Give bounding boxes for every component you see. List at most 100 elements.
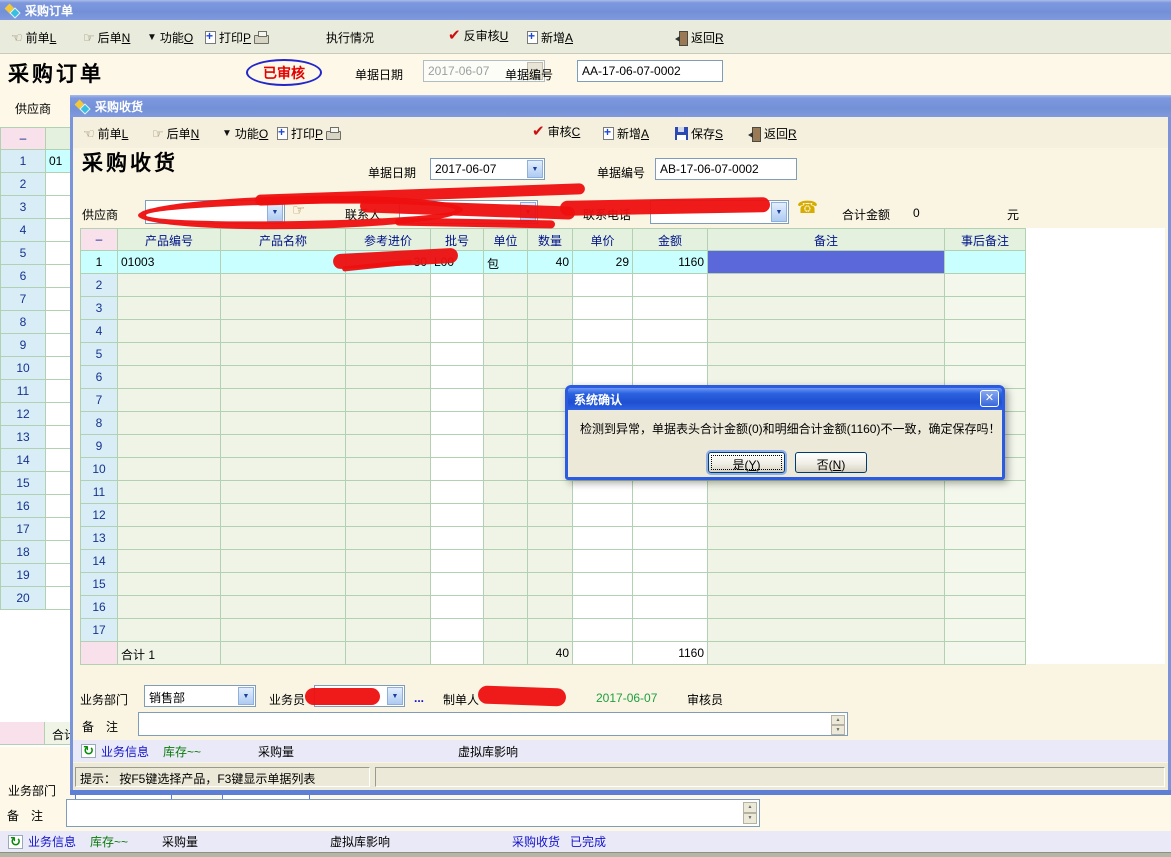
- grid-cell[interactable]: [346, 481, 431, 504]
- grid-cell[interactable]: [528, 573, 573, 596]
- grid-cell[interactable]: [708, 297, 945, 320]
- receipt-bizinfo-link[interactable]: 业务信息: [101, 743, 149, 760]
- grid-cell[interactable]: 1160: [633, 642, 708, 665]
- grid-cell[interactable]: [945, 274, 1026, 297]
- grid-cell[interactable]: [118, 435, 221, 458]
- grid-cell[interactable]: 12: [1, 403, 46, 426]
- grid-cell[interactable]: [708, 274, 945, 297]
- grid-cell[interactable]: [431, 320, 484, 343]
- grid-cell[interactable]: [346, 504, 431, 527]
- grid-cell[interactable]: [945, 504, 1026, 527]
- grid-cell[interactable]: [708, 619, 945, 642]
- grid-cell[interactable]: [945, 320, 1026, 343]
- grid-cell[interactable]: [528, 619, 573, 642]
- grid-cell[interactable]: [633, 596, 708, 619]
- grid-cell[interactable]: [484, 366, 528, 389]
- grid-cell[interactable]: 18: [1, 541, 46, 564]
- receipt-audit-button[interactable]: ✔ 审核C: [532, 123, 580, 140]
- grid-cell[interactable]: [346, 550, 431, 573]
- grid-cell[interactable]: [431, 343, 484, 366]
- grid-cell[interactable]: [528, 343, 573, 366]
- grid-cell[interactable]: [484, 412, 528, 435]
- grid-cell[interactable]: [484, 504, 528, 527]
- grid-cell[interactable]: [528, 504, 573, 527]
- grid-cell[interactable]: [118, 596, 221, 619]
- grid-cell[interactable]: [221, 274, 346, 297]
- grid-cell[interactable]: 4: [81, 320, 118, 343]
- grid-cell[interactable]: [945, 619, 1026, 642]
- grid-cell[interactable]: [945, 573, 1026, 596]
- grid-cell[interactable]: [484, 550, 528, 573]
- grid-cell[interactable]: 14: [81, 550, 118, 573]
- grid-cell[interactable]: [431, 435, 484, 458]
- refresh-icon[interactable]: ↻: [81, 744, 96, 758]
- grid-cell[interactable]: [945, 343, 1026, 366]
- chevron-down-icon[interactable]: ▼: [238, 687, 254, 705]
- grid-cell[interactable]: 40: [528, 251, 573, 274]
- grid-cell[interactable]: [708, 550, 945, 573]
- grid-cell[interactable]: [431, 297, 484, 320]
- grid-cell[interactable]: [633, 320, 708, 343]
- grid-cell[interactable]: [945, 642, 1026, 665]
- column-header[interactable]: 产品名称: [221, 229, 346, 251]
- grid-cell[interactable]: [346, 458, 431, 481]
- grid-cell[interactable]: [573, 527, 633, 550]
- grid-cell[interactable]: 8: [81, 412, 118, 435]
- salesman-more-button[interactable]: ...: [414, 691, 424, 705]
- order-receipt-link[interactable]: 采购收货: [512, 833, 560, 850]
- grid-cell[interactable]: [346, 343, 431, 366]
- grid-cell[interactable]: 15: [81, 573, 118, 596]
- grid-cell[interactable]: [431, 366, 484, 389]
- grid-cell[interactable]: 16: [1, 495, 46, 518]
- grid-cell[interactable]: [708, 504, 945, 527]
- grid-cell[interactable]: [945, 481, 1026, 504]
- receipt-add-button[interactable]: 新增A: [603, 125, 649, 142]
- column-header[interactable]: 备注: [708, 229, 945, 251]
- chevron-down-icon[interactable]: ▼: [527, 160, 543, 178]
- grid-cell[interactable]: [431, 412, 484, 435]
- grid-cell[interactable]: [708, 642, 945, 665]
- spinner[interactable]: ▲▼: [831, 715, 845, 733]
- grid-cell[interactable]: 7: [81, 389, 118, 412]
- grid-cell[interactable]: 15: [1, 472, 46, 495]
- grid-cell[interactable]: [431, 527, 484, 550]
- order-no-input[interactable]: AA-17-06-07-0002: [577, 60, 723, 82]
- grid-cell[interactable]: [431, 596, 484, 619]
- grid-cell[interactable]: [346, 527, 431, 550]
- grid-cell[interactable]: [945, 596, 1026, 619]
- grid-cell[interactable]: 2: [1, 173, 46, 196]
- grid-cell[interactable]: [633, 343, 708, 366]
- grid-cell[interactable]: [708, 527, 945, 550]
- grid-cell[interactable]: 12: [81, 504, 118, 527]
- grid-cell[interactable]: 3: [1, 196, 46, 219]
- receipt-stock-link[interactable]: 库存~~: [163, 743, 201, 760]
- grid-cell[interactable]: [118, 297, 221, 320]
- grid-cell[interactable]: 17: [1, 518, 46, 541]
- grid-cell[interactable]: [945, 297, 1026, 320]
- grid-cell[interactable]: [346, 412, 431, 435]
- order-note-input[interactable]: ▲▼: [66, 799, 760, 827]
- grid-cell[interactable]: 11: [81, 481, 118, 504]
- grid-cell[interactable]: 包: [484, 251, 528, 274]
- grid-cell[interactable]: [221, 504, 346, 527]
- grid-cell[interactable]: [484, 320, 528, 343]
- grid-cell[interactable]: [118, 343, 221, 366]
- grid-cell[interactable]: [221, 619, 346, 642]
- spinner[interactable]: ▲▼: [743, 802, 757, 824]
- grid-cell[interactable]: [633, 573, 708, 596]
- receipt-date-combo[interactable]: 2017-06-07 ▼: [430, 158, 545, 180]
- grid-cell[interactable]: [346, 573, 431, 596]
- grid-cell[interactable]: [346, 366, 431, 389]
- no-button[interactable]: 否(N): [795, 452, 867, 473]
- chevron-down-icon[interactable]: ▼: [387, 687, 403, 705]
- receipt-save-button[interactable]: 保存S: [675, 125, 723, 142]
- grid-cell[interactable]: [573, 504, 633, 527]
- grid-cell[interactable]: [221, 343, 346, 366]
- grid-cell[interactable]: [431, 642, 484, 665]
- grid-cell[interactable]: [484, 435, 528, 458]
- grid-cell[interactable]: [573, 619, 633, 642]
- grid-cell[interactable]: [431, 573, 484, 596]
- grid-cell[interactable]: [431, 389, 484, 412]
- grid-cell[interactable]: [221, 389, 346, 412]
- grid-cell[interactable]: [431, 481, 484, 504]
